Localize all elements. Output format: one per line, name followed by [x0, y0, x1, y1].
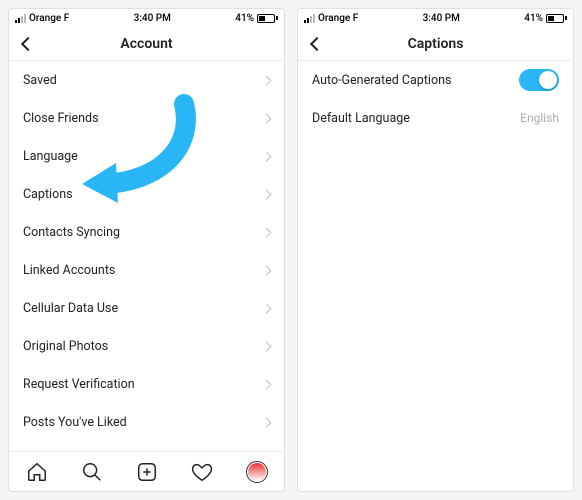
row-request-verification[interactable]: Request Verification — [9, 365, 284, 403]
tab-home[interactable] — [25, 460, 49, 484]
row-label: Original Photos — [23, 339, 108, 354]
settings-list: Saved Close Friends Language Captions Co… — [9, 61, 284, 451]
row-linked-accounts[interactable]: Linked Accounts — [9, 251, 284, 289]
page-title: Account — [120, 36, 172, 52]
row-label: Language — [23, 149, 78, 164]
chevron-right-icon — [263, 267, 270, 274]
row-label: Linked Accounts — [23, 263, 115, 278]
chevron-right-icon — [263, 343, 270, 350]
row-posts-youve-liked[interactable]: Posts You've Liked — [9, 403, 284, 441]
row-cellular-data-use[interactable]: Cellular Data Use — [9, 289, 284, 327]
row-label: Saved — [23, 73, 57, 88]
tab-activity[interactable] — [190, 460, 214, 484]
row-label: Auto-Generated Captions — [312, 73, 451, 88]
account-settings-screen: Orange F 3:40 PM 41% Account Saved Close… — [8, 8, 285, 492]
clock-label: 3:40 PM — [134, 13, 171, 24]
auto-captions-toggle[interactable] — [519, 69, 559, 91]
row-label: Request Verification — [23, 377, 135, 392]
row-saved[interactable]: Saved — [9, 61, 284, 99]
page-title: Captions — [408, 36, 464, 52]
nav-header: Captions — [298, 27, 573, 61]
row-label: Default Language — [312, 111, 410, 126]
row-captions[interactable]: Captions — [9, 175, 284, 213]
row-label: Cellular Data Use — [23, 301, 118, 316]
signal-icon — [304, 14, 315, 23]
home-icon — [26, 461, 48, 483]
row-close-friends[interactable]: Close Friends — [9, 99, 284, 137]
chevron-right-icon — [263, 229, 270, 236]
signal-icon — [15, 14, 26, 23]
carrier-label: Orange F — [29, 13, 69, 24]
battery-percent: 41% — [524, 13, 543, 24]
back-button[interactable] — [306, 33, 328, 55]
carrier-label: Orange F — [318, 13, 358, 24]
row-language[interactable]: Language — [9, 137, 284, 175]
back-button[interactable] — [17, 33, 39, 55]
plus-square-icon — [136, 461, 158, 483]
bottom-tabbar — [9, 451, 284, 491]
search-icon — [81, 461, 103, 483]
chevron-right-icon — [263, 305, 270, 312]
clock-label: 3:40 PM — [423, 13, 460, 24]
row-label: Posts You've Liked — [23, 415, 127, 430]
row-label: Close Friends — [23, 111, 99, 126]
row-label: Contacts Syncing — [23, 225, 120, 240]
tab-search[interactable] — [80, 460, 104, 484]
row-label: Captions — [23, 187, 73, 202]
chevron-right-icon — [263, 381, 270, 388]
avatar-icon — [246, 461, 268, 483]
row-default-language[interactable]: Default Language English — [298, 99, 573, 137]
nav-header: Account — [9, 27, 284, 61]
battery-icon — [546, 14, 567, 23]
status-bar: Orange F 3:40 PM 41% — [9, 9, 284, 27]
battery-icon — [257, 14, 278, 23]
chevron-right-icon — [263, 153, 270, 160]
tab-profile[interactable] — [245, 460, 269, 484]
chevron-left-icon — [312, 39, 322, 49]
row-value: English — [520, 111, 559, 125]
row-contacts-syncing[interactable]: Contacts Syncing — [9, 213, 284, 251]
captions-list: Auto-Generated Captions Default Language… — [298, 61, 573, 491]
heart-icon — [191, 461, 213, 483]
row-original-photos[interactable]: Original Photos — [9, 327, 284, 365]
chevron-right-icon — [263, 419, 270, 426]
chevron-right-icon — [263, 77, 270, 84]
chevron-right-icon — [263, 191, 270, 198]
chevron-left-icon — [23, 39, 33, 49]
tab-new-post[interactable] — [135, 460, 159, 484]
captions-settings-screen: Orange F 3:40 PM 41% Captions Auto-Gener… — [297, 8, 574, 492]
row-branded-content-tools[interactable]: Branded Content Tools — [9, 441, 284, 451]
battery-percent: 41% — [235, 13, 254, 24]
row-auto-generated-captions: Auto-Generated Captions — [298, 61, 573, 99]
chevron-right-icon — [263, 115, 270, 122]
status-bar: Orange F 3:40 PM 41% — [298, 9, 573, 27]
